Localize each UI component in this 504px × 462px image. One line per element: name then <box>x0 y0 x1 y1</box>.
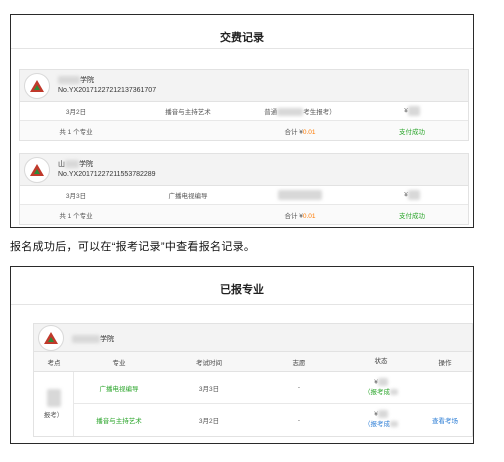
table-row: 广播电视编导 3月3日 - ¥ （报考成 <box>74 372 472 404</box>
registered-majors-title: 已报专业 <box>11 267 473 305</box>
order-header: 山学院 No.YX20171227211553782289 <box>20 154 468 186</box>
order-summary-row: 共 1 个专业 合计 ¥0.01 支付成功 <box>20 121 468 140</box>
column-header: 考试时间 <box>196 359 222 367</box>
column-header: 志愿 <box>292 359 306 367</box>
order-header: 学院 No.YX20171227212137361707 <box>20 70 468 102</box>
major-count: 共 1 个专业 <box>59 128 93 136</box>
view-exam-site-link[interactable]: 查看考场 <box>418 415 472 425</box>
exam-type <box>244 190 356 200</box>
major-name: 广播电视编导 <box>99 385 139 393</box>
column-header: 操作 <box>438 359 452 367</box>
payment-status: 支付成功 <box>399 212 425 220</box>
school-logo-icon <box>24 73 50 99</box>
order-total: 合计 ¥0.01 <box>284 212 316 220</box>
column-header: 状态 <box>374 357 388 365</box>
wish: - <box>297 384 301 391</box>
school-name: 山学院 <box>58 160 93 169</box>
exam-site-cell: 报考） <box>34 372 74 436</box>
registered-majors-panel: 已报专业 学院 考点 专业 考试时间 志愿 状态 操作 报考） 广播电视编导 3… <box>10 266 474 444</box>
order-total: 合计 ¥0.01 <box>284 128 316 136</box>
order-item-row: 3月3日 广播电视编导 ¥ <box>20 186 468 205</box>
school-logo-icon <box>38 325 64 351</box>
order-summary-row: 共 1 个专业 合计 ¥0.01 支付成功 <box>20 205 468 224</box>
exam-time: 3月2日 <box>198 418 220 425</box>
instruction-text: 报名成功后，可以在“报考记录”中查看报名记录。 <box>10 241 256 253</box>
school-logo-icon <box>24 157 50 183</box>
item-price: ¥ <box>356 190 468 200</box>
school-registration-card: 学院 考点 专业 考试时间 志愿 状态 操作 报考） 广播电视编导 3月3日 - <box>33 323 473 437</box>
major-name: 播音与主持艺术 <box>165 109 211 116</box>
registration-status: ¥ （报考成 <box>344 410 418 430</box>
order-card: 山学院 No.YX20171227211553782289 3月3日 广播电视编… <box>19 153 469 225</box>
major-name: 播音与主持艺术 <box>96 418 142 425</box>
order-item-row: 3月2日 播音与主持艺术 普通 考生报考） ¥ <box>20 102 468 121</box>
school-header: 学院 <box>34 324 472 352</box>
exam-date: 3月3日 <box>65 193 87 200</box>
school-name: 学院 <box>72 334 114 344</box>
table-body: 报考） 广播电视编导 3月3日 - ¥ （报考成 播音与主持艺术 3月2日 - <box>34 372 472 436</box>
order-number: No.YX20171227212137361707 <box>58 87 157 94</box>
order-card: 学院 No.YX20171227212137361707 3月2日 播音与主持艺… <box>19 69 469 141</box>
registration-status: ¥ （报考成 <box>344 377 418 398</box>
column-header: 考点 <box>47 359 61 367</box>
major-count: 共 1 个专业 <box>59 212 93 220</box>
school-name: 学院 <box>58 75 94 85</box>
order-number: No.YX20171227211553782289 <box>58 171 156 178</box>
table-header: 考点 专业 考试时间 志愿 状态 操作 <box>34 352 472 372</box>
item-price: ¥ <box>356 106 468 116</box>
exam-date: 3月2日 <box>65 109 87 116</box>
column-header: 专业 <box>112 359 126 367</box>
major-name: 广播电视编导 <box>168 193 208 200</box>
table-row: 播音与主持艺术 3月2日 - ¥ （报考成 查看考场 <box>74 404 472 436</box>
exam-time: 3月3日 <box>198 385 220 393</box>
payment-records-panel: 交费记录 学院 No.YX20171227212137361707 3月2日 播… <box>10 14 474 228</box>
payment-status: 支付成功 <box>399 128 425 136</box>
exam-type: 普通 考生报考） <box>264 108 336 117</box>
wish: - <box>297 416 301 424</box>
payment-records-title: 交费记录 <box>11 15 473 49</box>
